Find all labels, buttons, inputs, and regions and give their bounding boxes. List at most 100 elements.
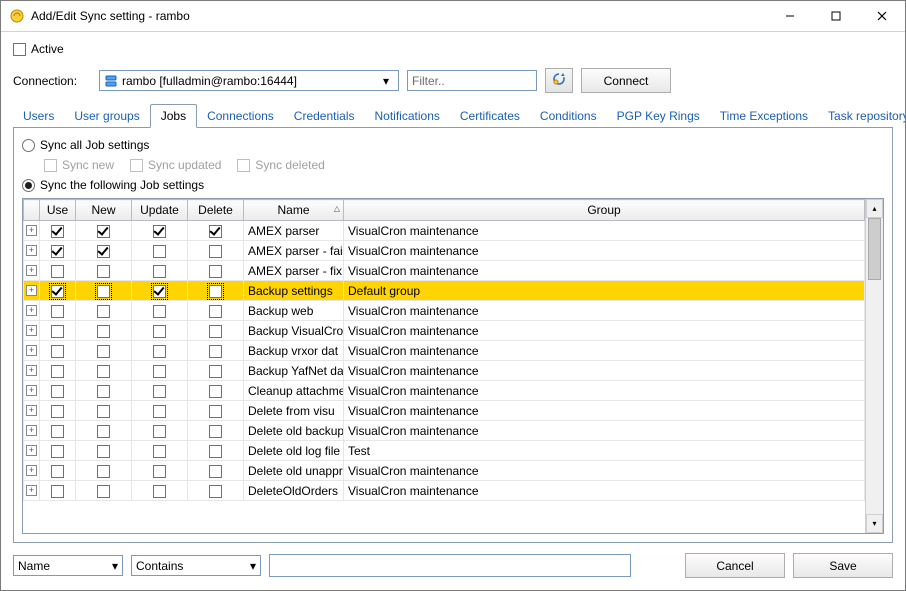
table-row[interactable]: +Delete old log fileTest (24, 441, 865, 461)
grid-checkbox[interactable] (209, 485, 222, 498)
grid-checkbox[interactable] (209, 365, 222, 378)
grid-checkbox[interactable] (209, 405, 222, 418)
grid-checkbox[interactable] (153, 365, 166, 378)
tab-pgp-key-rings[interactable]: PGP Key Rings (607, 105, 710, 127)
grid-checkbox[interactable] (51, 225, 64, 238)
grid-checkbox[interactable] (209, 445, 222, 458)
grid-checkbox[interactable] (209, 345, 222, 358)
expand-icon[interactable]: + (26, 345, 37, 356)
table-row[interactable]: +Backup vrxor datVisualCron maintenance (24, 341, 865, 361)
scroll-down-icon[interactable]: ▾ (866, 514, 883, 533)
grid-checkbox[interactable] (209, 285, 222, 298)
filter-op-combo[interactable]: Contains ▾ (131, 555, 261, 576)
active-checkbox[interactable] (13, 43, 26, 56)
maximize-button[interactable] (813, 1, 859, 31)
connection-combo[interactable]: rambo [fulladmin@rambo:16444] ▾ (99, 70, 399, 91)
tab-notifications[interactable]: Notifications (365, 105, 450, 127)
grid-checkbox[interactable] (97, 305, 110, 318)
grid-checkbox[interactable] (209, 465, 222, 478)
refresh-connections-button[interactable] (545, 68, 573, 93)
scroll-thumb[interactable] (868, 218, 881, 280)
expand-icon[interactable]: + (26, 265, 37, 276)
scroll-track[interactable] (866, 218, 883, 514)
save-button[interactable]: Save (793, 553, 893, 578)
expand-icon[interactable]: + (26, 485, 37, 496)
table-row[interactable]: +Backup settingsDefault group (24, 281, 865, 301)
grid-checkbox[interactable] (209, 385, 222, 398)
grid-checkbox[interactable] (153, 325, 166, 338)
expand-icon[interactable]: + (26, 385, 37, 396)
table-row[interactable]: +Delete old unapprVisualCron maintenance (24, 461, 865, 481)
grid-checkbox[interactable] (153, 345, 166, 358)
tab-connections[interactable]: Connections (197, 105, 284, 127)
grid-checkbox[interactable] (153, 225, 166, 238)
close-button[interactable] (859, 1, 905, 31)
table-row[interactable]: +Backup webVisualCron maintenance (24, 301, 865, 321)
grid-checkbox[interactable] (97, 445, 110, 458)
grid-checkbox[interactable] (209, 425, 222, 438)
tab-task-repository[interactable]: Task repository (818, 105, 905, 127)
grid-checkbox[interactable] (97, 245, 110, 258)
connect-button[interactable]: Connect (581, 68, 671, 93)
expand-icon[interactable]: + (26, 425, 37, 436)
grid-checkbox[interactable] (153, 405, 166, 418)
grid-checkbox[interactable] (153, 385, 166, 398)
table-row[interactable]: +AMEX parser - fixVisualCron maintenance (24, 261, 865, 281)
col-update[interactable]: Update (132, 200, 188, 221)
grid-checkbox[interactable] (51, 485, 64, 498)
grid-checkbox[interactable] (51, 445, 64, 458)
grid-checkbox[interactable] (153, 445, 166, 458)
grid-checkbox[interactable] (97, 345, 110, 358)
filter-field-combo[interactable]: Name ▾ (13, 555, 123, 576)
grid-checkbox[interactable] (153, 305, 166, 318)
grid-checkbox[interactable] (97, 385, 110, 398)
grid-checkbox[interactable] (51, 305, 64, 318)
grid-checkbox[interactable] (51, 405, 64, 418)
expand-icon[interactable]: + (26, 405, 37, 416)
scroll-up-icon[interactable]: ▴ (866, 199, 883, 218)
table-row[interactable]: +DeleteOldOrdersVisualCron maintenance (24, 481, 865, 501)
minimize-button[interactable] (767, 1, 813, 31)
tab-time-exceptions[interactable]: Time Exceptions (710, 105, 818, 127)
cancel-button[interactable]: Cancel (685, 553, 785, 578)
col-use[interactable]: Use (40, 200, 76, 221)
table-row[interactable]: +Delete old backupVisualCron maintenance (24, 421, 865, 441)
grid-checkbox[interactable] (51, 345, 64, 358)
grid-checkbox[interactable] (209, 225, 222, 238)
grid-checkbox[interactable] (51, 245, 64, 258)
table-row[interactable]: +AMEX parser - failVisualCron maintenanc… (24, 241, 865, 261)
grid-checkbox[interactable] (97, 265, 110, 278)
grid-checkbox[interactable] (209, 325, 222, 338)
col-expand[interactable] (24, 200, 40, 221)
grid-checkbox[interactable] (97, 225, 110, 238)
grid-checkbox[interactable] (51, 365, 64, 378)
grid-checkbox[interactable] (153, 245, 166, 258)
grid-checkbox[interactable] (97, 425, 110, 438)
table-row[interactable]: +Delete from visuVisualCron maintenance (24, 401, 865, 421)
expand-icon[interactable]: + (26, 285, 37, 296)
tab-jobs[interactable]: Jobs (150, 104, 197, 128)
grid-checkbox[interactable] (51, 325, 64, 338)
sync-all-radio[interactable] (22, 139, 35, 152)
sync-some-radio[interactable] (22, 179, 35, 192)
grid-checkbox[interactable] (51, 265, 64, 278)
grid-vscrollbar[interactable]: ▴ ▾ (865, 199, 883, 533)
table-row[interactable]: +AMEX parserVisualCron maintenance (24, 221, 865, 241)
expand-icon[interactable]: + (26, 445, 37, 456)
tab-users[interactable]: Users (13, 105, 64, 127)
col-new[interactable]: New (76, 200, 132, 221)
expand-icon[interactable]: + (26, 325, 37, 336)
grid-checkbox[interactable] (97, 465, 110, 478)
table-row[interactable]: +Backup YafNet daVisualCron maintenance (24, 361, 865, 381)
col-delete[interactable]: Delete (188, 200, 244, 221)
grid-checkbox[interactable] (153, 485, 166, 498)
expand-icon[interactable]: + (26, 225, 37, 236)
tab-user-groups[interactable]: User groups (64, 105, 149, 127)
connection-filter-input[interactable]: Filter.. (407, 70, 537, 91)
grid-checkbox[interactable] (97, 405, 110, 418)
grid-checkbox[interactable] (153, 425, 166, 438)
grid-checkbox[interactable] (51, 385, 64, 398)
grid-checkbox[interactable] (153, 265, 166, 278)
expand-icon[interactable]: + (26, 365, 37, 376)
tab-credentials[interactable]: Credentials (284, 105, 365, 127)
